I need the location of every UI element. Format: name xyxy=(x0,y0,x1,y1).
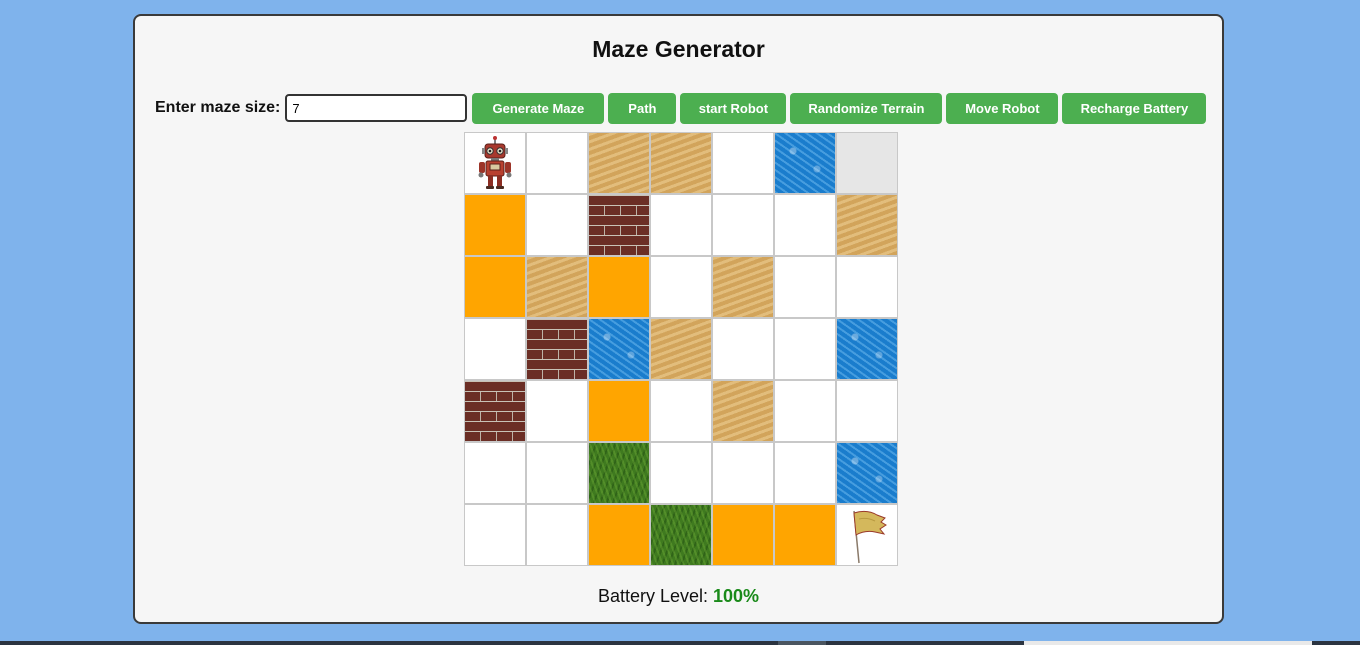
start-robot-button[interactable]: start Robot xyxy=(680,92,787,124)
battery-label: Battery Level: xyxy=(597,586,708,606)
maze-size-input[interactable] xyxy=(285,94,468,122)
maze-cell-orange xyxy=(588,256,650,318)
maze-cell-empty xyxy=(526,442,588,504)
maze-cell-orange xyxy=(774,504,836,566)
maze-cell-empty xyxy=(836,380,898,442)
robot-icon xyxy=(465,133,525,193)
maze-cell-empty xyxy=(836,256,898,318)
controls-bar: Enter maze size: Generate Maze Path star… xyxy=(155,92,1210,124)
maze-cell-robot xyxy=(464,132,526,194)
maze-cell-brick xyxy=(526,318,588,380)
maze-cell-flag xyxy=(836,504,898,566)
maze-cell-brick xyxy=(464,380,526,442)
maze-cell-orange xyxy=(464,194,526,256)
maze-cell-empty xyxy=(712,194,774,256)
maze-cell-empty xyxy=(774,442,836,504)
maze-cell-empty xyxy=(650,194,712,256)
maze-cell-sand xyxy=(526,256,588,318)
maze-size-label: Enter maze size: xyxy=(155,99,281,116)
goal-flag-icon xyxy=(837,505,897,565)
maze-grid xyxy=(464,132,898,566)
maze-cell-water xyxy=(836,318,898,380)
taskbar-window-preview[interactable] xyxy=(1024,641,1312,645)
maze-cell-empty xyxy=(464,504,526,566)
maze-cell-empty xyxy=(774,380,836,442)
maze-cell-empty xyxy=(464,442,526,504)
maze-cell-sand xyxy=(650,132,712,194)
maze-cell-sand xyxy=(712,380,774,442)
move-robot-button[interactable]: Move Robot xyxy=(946,92,1059,124)
taskbar-item[interactable] xyxy=(778,641,826,645)
battery-level-value: 100% xyxy=(713,586,760,606)
maze-cell-sand xyxy=(650,318,712,380)
maze-cell-empty xyxy=(650,256,712,318)
maze-cell-empty xyxy=(774,318,836,380)
maze-cell-empty xyxy=(526,132,588,194)
battery-status: Battery Level: 100% xyxy=(135,586,1222,607)
maze-cell-water xyxy=(774,132,836,194)
maze-cell-water xyxy=(836,442,898,504)
maze-cell-sand xyxy=(712,256,774,318)
maze-cell-empty xyxy=(526,380,588,442)
maze-cell-brick xyxy=(588,194,650,256)
maze-cell-empty xyxy=(774,194,836,256)
maze-cell-empty xyxy=(526,194,588,256)
maze-cell-grass xyxy=(650,504,712,566)
maze-cell-sand xyxy=(588,132,650,194)
maze-cell-grass xyxy=(588,442,650,504)
maze-cell-empty xyxy=(712,132,774,194)
maze-panel: Maze Generator Enter maze size: Generate… xyxy=(133,14,1224,624)
maze-cell-empty xyxy=(712,318,774,380)
maze-cell-orange xyxy=(712,504,774,566)
maze-cell-orange xyxy=(588,380,650,442)
maze-cell-empty xyxy=(650,442,712,504)
randomize-terrain-button[interactable]: Randomize Terrain xyxy=(790,92,943,124)
maze-cell-orange xyxy=(588,504,650,566)
maze-cell-empty xyxy=(774,256,836,318)
maze-cell-water xyxy=(588,318,650,380)
maze-cell-orange xyxy=(464,256,526,318)
maze-cell-sand xyxy=(836,194,898,256)
maze-cell-empty xyxy=(464,318,526,380)
path-button[interactable]: Path xyxy=(608,92,677,124)
maze-cell-empty xyxy=(712,442,774,504)
maze-cell-visited xyxy=(836,132,898,194)
maze-cell-empty xyxy=(526,504,588,566)
recharge-battery-button[interactable]: Recharge Battery xyxy=(1062,92,1207,124)
maze-cell-empty xyxy=(650,380,712,442)
page-title: Maze Generator xyxy=(592,36,765,62)
generate-maze-button[interactable]: Generate Maze xyxy=(472,92,605,124)
